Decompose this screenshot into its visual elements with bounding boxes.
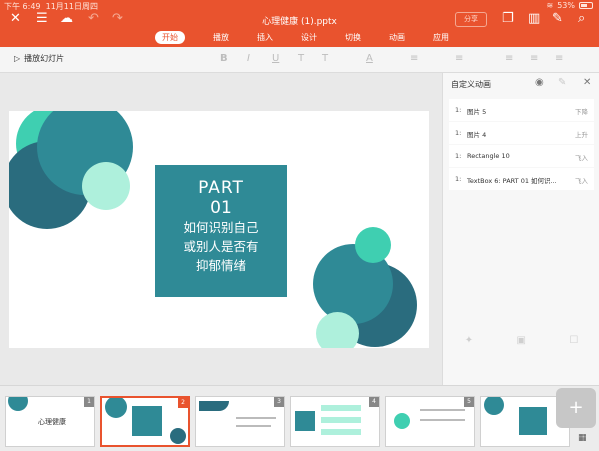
delete-animation-action[interactable]: ▣ xyxy=(516,335,525,346)
thumb-bar xyxy=(321,429,361,435)
play-slideshow-button[interactable]: ▷ 播放幻灯片 xyxy=(14,53,64,64)
mint-circle-right-bottom[interactable] xyxy=(316,312,359,348)
slide-thumb-4[interactable]: 4 xyxy=(290,396,380,447)
play-together-action[interactable]: ☐ xyxy=(569,335,578,346)
panel-actions: ✦ ▣ ☐ xyxy=(443,335,599,346)
slide-thumb-2[interactable]: 2 xyxy=(100,396,190,447)
battery-percent: 53% xyxy=(557,1,575,10)
slide-thumb-3[interactable]: 3 xyxy=(195,396,285,447)
grid-view-icon[interactable]: ▦ xyxy=(578,433,587,443)
share-button[interactable]: 分享 xyxy=(455,12,487,27)
shadow-icon[interactable]: T xyxy=(322,53,328,64)
font-color-icon[interactable]: A xyxy=(366,53,373,64)
bullets-icon[interactable]: ≡ xyxy=(410,53,418,64)
tab-transition[interactable]: 切换 xyxy=(331,31,375,44)
part-line-1: 如何识别自己 xyxy=(183,220,259,235)
close-panel-icon[interactable]: ✕ xyxy=(583,77,591,88)
thumb-caption: 心理健康 xyxy=(38,418,66,426)
part-line-3: 抑郁情绪 xyxy=(195,258,246,273)
thumb-circle xyxy=(105,398,127,418)
copy-icon[interactable]: ❐ xyxy=(502,11,514,27)
thumb-line xyxy=(420,419,465,421)
part-number: 01 xyxy=(210,198,232,218)
tab-home[interactable]: 开始 xyxy=(155,31,185,44)
animation-item[interactable]: 1: 图片 5 下降 xyxy=(449,99,594,121)
thumb-number: 2 xyxy=(178,398,188,408)
thumb-line xyxy=(420,409,465,411)
book-icon[interactable]: ▥ xyxy=(528,11,540,27)
edit-icon[interactable]: ✎ xyxy=(558,77,566,88)
animation-item[interactable]: 1: 图片 4 上升 xyxy=(449,122,594,144)
tab-insert[interactable]: 插入 xyxy=(243,31,287,44)
part-label: PART xyxy=(198,178,244,198)
play-preview-icon[interactable]: ◉ xyxy=(535,77,544,88)
tab-design[interactable]: 设计 xyxy=(287,31,331,44)
panel-title: 自定义动画 xyxy=(451,80,491,89)
thumb-line xyxy=(236,417,276,419)
status-date: 11月11日周四 xyxy=(45,2,98,11)
thumb-line xyxy=(236,425,271,427)
part-title-box[interactable]: PART 01 如何识别自己 或别人是否有 抑郁情绪 xyxy=(155,165,287,297)
search-icon[interactable]: ⌕ xyxy=(578,11,585,27)
play-slideshow-label: 播放幻灯片 xyxy=(24,54,65,63)
tab-animation[interactable]: 动画 xyxy=(375,31,419,44)
delete-icon: ▣ xyxy=(516,335,526,346)
strikethrough-icon[interactable]: T xyxy=(298,53,304,64)
underline-icon[interactable]: U xyxy=(272,53,279,64)
part-line-2: 或别人是否有 xyxy=(183,239,259,254)
thumb-number: 1 xyxy=(84,397,94,407)
ribbon-tabs: 开始 播放 插入 设计 切换 动画 应用 xyxy=(155,31,463,44)
battery-icon xyxy=(579,2,593,9)
animation-item[interactable]: 1: TextBox 6: PART 01 如何识... 飞入 xyxy=(449,168,594,190)
add-slide-button[interactable]: + xyxy=(556,388,596,428)
thumb-circle xyxy=(484,397,504,415)
thumb-box xyxy=(519,407,547,435)
align-right-icon[interactable]: ≡ xyxy=(555,53,563,64)
thumb-shape xyxy=(199,401,229,411)
thumb-bar xyxy=(321,417,361,423)
current-slide[interactable]: PART 01 如何识别自己 或别人是否有 抑郁情绪 xyxy=(9,111,429,348)
slide-thumb-1[interactable]: 心理健康 1 xyxy=(5,396,95,447)
bold-icon[interactable]: B xyxy=(220,53,228,64)
play-icon: ▷ xyxy=(14,54,21,63)
pen-icon[interactable]: ✎ xyxy=(552,11,563,27)
thumb-bar xyxy=(321,405,361,411)
thumb-circle xyxy=(170,428,186,444)
custom-animation-panel: 自定义动画 ◉ ✎ ✕ 1: 图片 5 下降 1: 图片 4 上升 1: Rec… xyxy=(442,73,599,385)
mint-circle-right-top[interactable] xyxy=(355,227,391,263)
thumb-number: 3 xyxy=(274,397,284,407)
plus-icon: + xyxy=(568,397,584,418)
add-animation-icon: ✦ xyxy=(464,335,474,346)
mint-circle-small[interactable] xyxy=(82,162,130,210)
align-left-icon[interactable]: ≡ xyxy=(505,53,513,64)
checkbox-icon: ☐ xyxy=(569,335,579,346)
animation-list: 1: 图片 5 下降 1: 图片 4 上升 1: Rectangle 10 飞入… xyxy=(449,99,594,191)
thumb-number: 4 xyxy=(369,397,379,407)
add-animation-action[interactable]: ✦ xyxy=(465,335,473,346)
thumb-box xyxy=(295,411,315,431)
top-toolbar: 下午 6:49 11月11日周四 ≋ 53% ✕ ☰ ☁ ↶ ↷ 心理健康 (1… xyxy=(0,0,599,47)
thumb-circle xyxy=(394,413,410,429)
tab-apps[interactable]: 应用 xyxy=(419,31,463,44)
status-right: ≋ 53% xyxy=(547,1,593,10)
slide-thumbnails: 心理健康 1 2 3 4 5 6 xyxy=(0,385,599,451)
thumb-number: 5 xyxy=(464,397,474,407)
animation-item[interactable]: 1: Rectangle 10 飞入 xyxy=(449,145,594,167)
italic-icon[interactable]: I xyxy=(247,53,250,64)
thumb-box xyxy=(132,406,162,436)
slide-thumb-5[interactable]: 5 xyxy=(385,396,475,447)
ribbon-bar: ▷ 播放幻灯片 B I U T T A ≡ ≡ ≡ ≡ ≡ xyxy=(0,47,599,73)
numbering-icon[interactable]: ≡ xyxy=(455,53,463,64)
slide-canvas[interactable]: PART 01 如何识别自己 或别人是否有 抑郁情绪 xyxy=(0,73,442,385)
wifi-icon: ≋ xyxy=(546,1,554,10)
tab-play[interactable]: 播放 xyxy=(199,31,243,44)
thumb-circle xyxy=(8,397,28,411)
align-center-icon[interactable]: ≡ xyxy=(530,53,538,64)
